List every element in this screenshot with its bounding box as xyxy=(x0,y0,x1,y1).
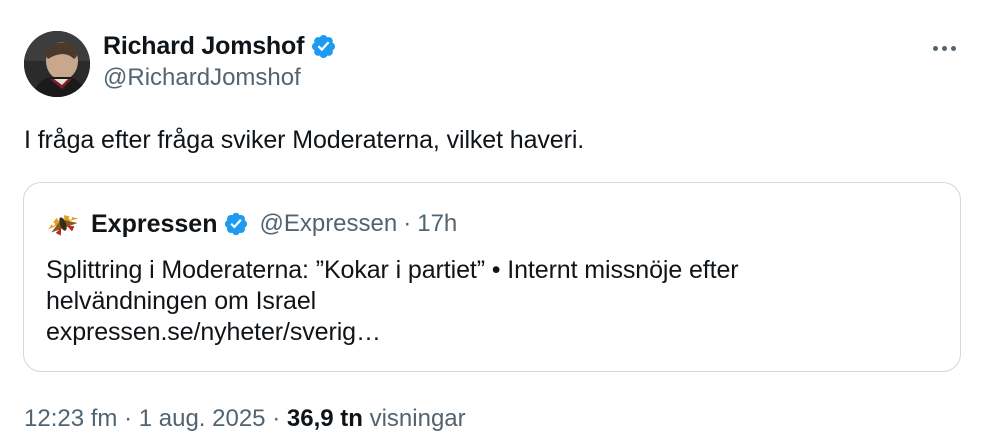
quoted-text-line: Splittring i Moderaterna: ”Kokar i parti… xyxy=(46,256,739,284)
tweet-date[interactable]: 1 aug. 2025 xyxy=(139,405,266,432)
meta-separator: · xyxy=(124,405,133,432)
quoted-author-handle[interactable]: @Expressen xyxy=(259,210,397,238)
avatar-photo xyxy=(24,31,90,97)
views-label: visningar xyxy=(369,405,466,432)
views-count[interactable]: 36,9 tn xyxy=(287,405,363,432)
tweet-time[interactable]: 12:23 fm xyxy=(24,405,117,432)
avatar[interactable] xyxy=(24,31,90,97)
quoted-tweet-text: Splittring i Moderaterna: ”Kokar i parti… xyxy=(46,255,946,348)
quoted-tweet-header: Expressen @Expressen · 17h xyxy=(45,208,457,240)
quoted-timestamp[interactable]: 17h xyxy=(417,210,457,238)
quoted-separator: · xyxy=(403,210,412,237)
author-name-row[interactable]: Richard Jomshof xyxy=(103,30,337,62)
more-options-icon-dot xyxy=(932,45,938,51)
expressen-logo-icon xyxy=(47,215,79,236)
tweet[interactable]: Richard Jomshof @RichardJomshof I fråga … xyxy=(0,0,984,448)
quoted-author-name[interactable]: Expressen xyxy=(91,210,217,239)
more-options-icon-dot xyxy=(941,45,947,51)
quoted-tweet-card[interactable]: Expressen @Expressen · 17h Splittring i … xyxy=(23,182,961,372)
quoted-link[interactable]: expressen.se/nyheter/sverig… xyxy=(46,317,946,348)
author-display-name[interactable]: Richard Jomshof xyxy=(103,32,304,61)
quoted-text-line: helvändningen om Israel xyxy=(46,287,317,315)
meta-separator: · xyxy=(272,405,281,432)
verified-badge-icon xyxy=(225,212,248,236)
more-options-button[interactable] xyxy=(926,36,962,60)
author-handle[interactable]: @RichardJomshof xyxy=(103,64,301,92)
more-options-icon-dot xyxy=(950,45,956,51)
tweet-meta: 12:23 fm · 1 aug. 2025 · 36,9 tn visning… xyxy=(24,405,466,433)
tweet-text: I fråga efter fråga sviker Moderaterna, … xyxy=(24,126,585,154)
verified-badge-icon xyxy=(312,34,336,58)
